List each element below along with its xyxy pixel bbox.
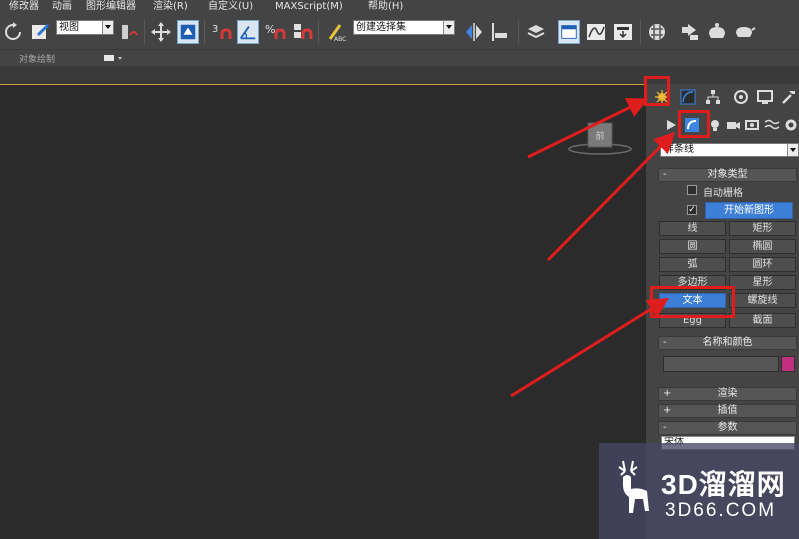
donut-button[interactable]: 圆环 — [729, 257, 796, 272]
systems-subcategory-icon[interactable] — [782, 115, 799, 135]
schematic-view-icon[interactable] — [612, 20, 634, 44]
viewcube-label: 前 — [595, 130, 604, 142]
cameras-subcategory-icon[interactable] — [724, 115, 742, 135]
utilities-tab-icon[interactable] — [778, 86, 799, 108]
rendering-rollout-title: 渲染 — [717, 388, 738, 399]
named-selection-set-value: 创建选择集 — [356, 22, 406, 33]
watermark-url: 3D66.COM — [665, 500, 777, 521]
section-button[interactable]: 截面 — [729, 313, 796, 328]
rectangle-button[interactable]: 矩形 — [729, 221, 796, 236]
mirror-icon[interactable] — [463, 20, 485, 44]
parameters-rollout-header[interactable]: - 参数 — [658, 421, 797, 435]
view-dropdown[interactable]: 视图 — [56, 20, 114, 35]
object-name-field[interactable] — [663, 356, 779, 372]
menu-maxscript[interactable]: MAXScript(M) — [275, 0, 343, 14]
highlight-text-button — [650, 286, 735, 318]
named-selection-set-dropdown[interactable]: 创建选择集 — [353, 20, 455, 35]
use-pivot-icon[interactable] — [118, 20, 140, 44]
interpolation-rollout-title: 插值 — [717, 405, 738, 416]
arc-button[interactable]: 弧 — [659, 257, 726, 272]
toggle-ribbon-icon[interactable] — [558, 20, 580, 44]
menu-graph-editors[interactable]: 图形编辑器 — [86, 0, 136, 14]
deer-logo-icon — [618, 460, 649, 513]
layer-explorer-icon[interactable] — [525, 20, 547, 44]
object-color-swatch[interactable] — [781, 356, 795, 372]
modify-tab-icon[interactable] — [677, 86, 699, 108]
svg-text:ABC: ABC — [334, 36, 346, 43]
render-production-icon[interactable] — [734, 20, 756, 44]
angle-snap-icon[interactable] — [237, 20, 259, 44]
autogrid-checkbox[interactable] — [687, 185, 697, 195]
menu-bar: 修改器 动画 图形编辑器 渲染(R) 自定义(U) MAXScript(M) 帮… — [0, 0, 799, 14]
highlight-create-tab — [644, 76, 670, 106]
select-object-icon[interactable] — [177, 20, 199, 44]
highlight-shapes-subcategory — [678, 110, 710, 138]
viewcube[interactable]: 前 — [568, 121, 632, 155]
helpers-subcategory-icon[interactable] — [743, 115, 761, 135]
menu-rendering[interactable]: 渲染(R) — [153, 0, 188, 14]
start-new-shape-button[interactable]: 开始新图形 — [705, 202, 793, 219]
hierarchy-tab-icon[interactable] — [702, 86, 724, 108]
motion-tab-icon[interactable] — [730, 86, 752, 108]
watermark: 3D溜溜网 3D66.COM — [599, 443, 799, 539]
rendering-rollout-header[interactable]: + 渲染 — [658, 387, 797, 401]
menu-modifiers[interactable]: 修改器 — [9, 0, 39, 14]
space-warps-subcategory-icon[interactable] — [763, 115, 781, 135]
edit-named-selection-icon[interactable]: ABC — [325, 20, 347, 44]
interpolation-rollout-header[interactable]: + 插值 — [658, 404, 797, 418]
watermark-title: 3D溜溜网 — [661, 469, 786, 500]
autogrid-label: 自动栅格 — [703, 188, 743, 199]
menu-customize[interactable]: 自定义(U) — [208, 0, 253, 14]
align-icon[interactable] — [490, 20, 512, 44]
render-setup-icon[interactable] — [678, 20, 700, 44]
ribbon-collapse-icon[interactable] — [103, 53, 125, 63]
category-dropdown[interactable]: 样条线 — [660, 143, 799, 157]
category-dropdown-value: 样条线 — [664, 144, 694, 155]
ellipse-button[interactable]: 椭圆 — [729, 239, 796, 254]
curve-editor-icon[interactable] — [585, 20, 607, 44]
line-button[interactable]: 线 — [659, 221, 726, 236]
spinner-snap-icon[interactable] — [291, 20, 313, 44]
main-toolbar: 视图 3 % ABC 创建选择集 — [0, 14, 799, 50]
ribbon-strip: 对象绘制 — [0, 50, 799, 66]
ribbon-tab-object-paint[interactable]: 对象绘制 — [19, 52, 55, 65]
display-tab-icon[interactable] — [754, 86, 776, 108]
rendered-frame-window-icon[interactable] — [706, 20, 728, 44]
select-and-move-icon[interactable] — [150, 20, 172, 44]
menu-help[interactable]: 帮助(H) — [368, 0, 403, 14]
snaps-toggle-icon[interactable]: 3 — [210, 20, 232, 44]
viewport-front[interactable]: 前 — [0, 84, 645, 539]
redo-icon[interactable] — [2, 20, 24, 44]
percent-snap-icon[interactable]: % — [264, 20, 286, 44]
parameters-rollout-title: 参数 — [717, 422, 738, 433]
name-and-color-rollout-title: 名称和颜色 — [702, 337, 753, 348]
svg-text:%: % — [265, 23, 275, 36]
menu-animation[interactable]: 动画 — [52, 0, 72, 14]
star-button[interactable]: 星形 — [729, 275, 796, 290]
svg-text:3: 3 — [212, 24, 218, 35]
helix-button[interactable]: 螺旋线 — [729, 293, 796, 308]
select-and-link-icon[interactable] — [30, 20, 52, 44]
material-editor-icon[interactable] — [646, 20, 668, 44]
object-type-rollout-title: 对象类型 — [707, 169, 748, 180]
name-and-color-rollout-header[interactable]: - 名称和颜色 — [658, 336, 797, 350]
start-new-shape-checkbox[interactable]: ✓ — [687, 205, 697, 215]
circle-button[interactable]: 圆 — [659, 239, 726, 254]
view-dropdown-value: 视图 — [59, 22, 79, 33]
ribbon-spacer — [0, 66, 799, 84]
object-type-rollout-header[interactable]: - 对象类型 — [658, 168, 797, 182]
